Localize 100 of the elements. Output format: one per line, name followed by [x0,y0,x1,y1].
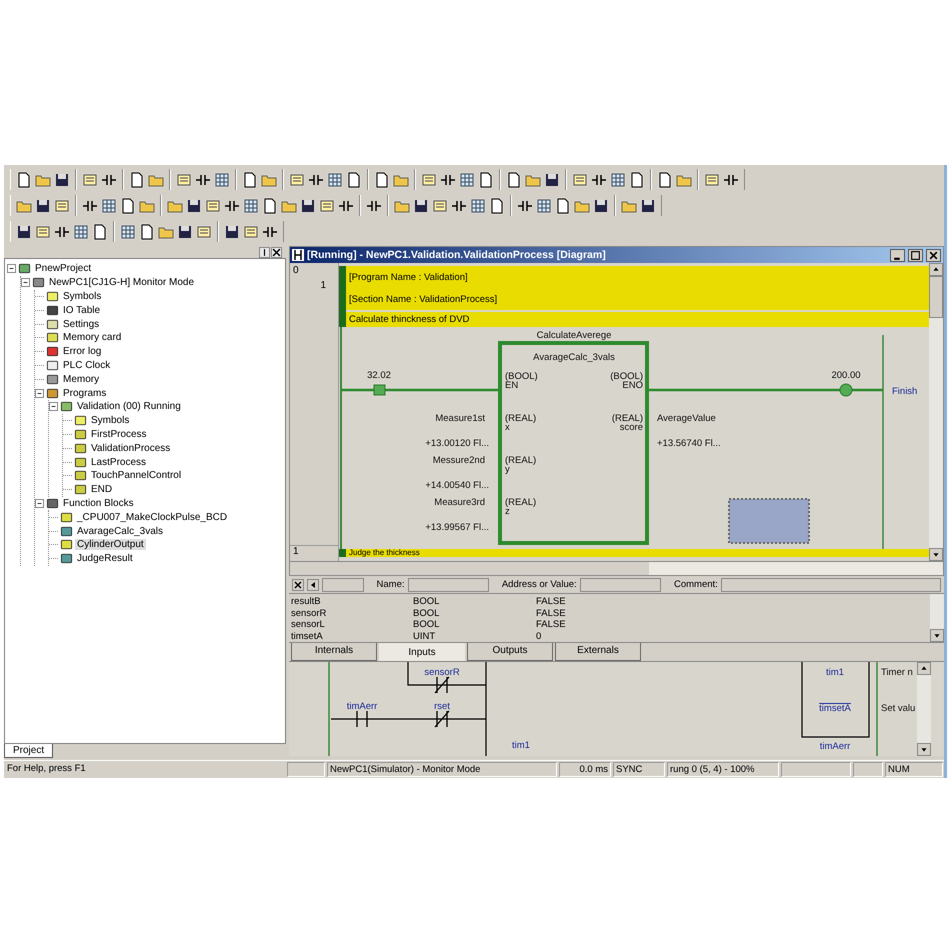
input-field[interactable] [720,578,942,592]
document-icon[interactable] [120,198,136,214]
expander-icon[interactable] [49,402,58,412]
square-icon[interactable] [196,224,212,240]
grid-icon[interactable] [536,198,552,214]
tree-item[interactable]: CylinderOutput [75,539,146,550]
tree-item[interactable]: FirstProcess [89,428,149,440]
tree-item[interactable]: Programs [61,388,108,399]
tree-item[interactable]: Error log [61,346,104,358]
square-icon[interactable] [205,198,221,214]
maximize-button[interactable] [908,248,923,262]
square-icon[interactable] [54,198,70,214]
tab[interactable]: Outputs [467,643,553,661]
tree-item[interactable]: PnewProject [33,263,94,274]
square-icon[interactable] [176,172,192,188]
document-icon[interactable] [506,172,522,188]
grid-icon[interactable] [120,224,136,240]
document-icon[interactable] [139,224,155,240]
horizontal-scrollbar[interactable] [290,561,943,575]
vertical-scrollbar[interactable] [929,263,943,561]
tree-item[interactable]: Memory card [61,332,124,344]
expander-icon[interactable] [7,264,16,274]
scroll-thumb[interactable] [929,276,943,318]
vertical-scrollbar[interactable] [930,594,944,642]
scroll-down-button[interactable] [930,629,944,642]
square-icon[interactable] [432,198,448,214]
document-icon[interactable] [657,172,673,188]
tree-item[interactable]: TouchPannelControl [89,470,184,482]
scroll-up-button[interactable] [929,263,943,276]
square-icon[interactable] [35,224,51,240]
pin-button[interactable] [259,247,270,258]
square-icon[interactable] [572,172,588,188]
grid-icon[interactable] [73,224,89,240]
grid-icon[interactable] [101,198,117,214]
tree-item[interactable]: _CPU007_MakeClockPulse_BCD [75,512,230,523]
document-icon[interactable] [92,224,108,240]
input-field[interactable] [408,578,489,592]
timer-block[interactable] [801,662,870,738]
tree-item[interactable]: Symbols [89,415,132,426]
document-icon[interactable] [489,198,505,214]
close-icon[interactable] [292,578,304,590]
grid-icon[interactable] [610,172,626,188]
rung-comment: Calculate thinckness of DVD [346,310,929,327]
vertical-scrollbar[interactable] [917,662,931,756]
scroll-down-button[interactable] [929,548,943,561]
tree-item[interactable]: Function Blocks [61,498,136,509]
grid-icon[interactable] [459,172,475,188]
table-cell-text: UINT [413,630,436,642]
normally-open-contact[interactable] [356,710,368,728]
tree-item[interactable]: IO Table [61,304,102,316]
normally-closed-contact[interactable] [434,676,450,694]
document-icon[interactable] [374,172,390,188]
close-button[interactable] [271,247,282,258]
tree-item[interactable]: Symbols [61,290,104,302]
tab[interactable]: Inputs [379,643,465,661]
tab[interactable]: Externals [555,643,641,661]
function-block[interactable] [498,341,649,545]
document-icon[interactable] [16,172,32,188]
input-field[interactable] [322,578,364,592]
document-icon[interactable] [555,198,571,214]
grid-icon[interactable] [327,172,343,188]
input-field[interactable] [580,578,661,592]
grid-icon[interactable] [243,198,259,214]
expander-icon[interactable] [35,498,44,508]
square-icon[interactable] [421,172,437,188]
tree-item[interactable]: ValidationProcess [89,442,172,454]
tree-item[interactable]: Validation (00) Running [75,401,183,412]
grid-icon[interactable] [470,198,486,214]
tree-item[interactable]: NewPC1[CJ1G-H] Monitor Mode [47,277,196,288]
document-icon[interactable] [478,172,494,188]
tree-item[interactable]: Memory [61,374,102,385]
scroll-down-button[interactable] [917,743,931,756]
document-icon[interactable] [346,172,362,188]
square-icon[interactable] [289,172,305,188]
square-icon[interactable] [319,198,335,214]
close-button[interactable] [926,248,941,262]
grid-icon[interactable] [214,172,230,188]
document-icon[interactable] [242,172,258,188]
expander-icon[interactable] [21,278,30,288]
tree-item[interactable]: PLC Clock [61,360,112,371]
square-icon[interactable] [243,224,259,240]
square-icon[interactable] [82,172,98,188]
tree-item[interactable]: LastProcess [89,456,148,468]
expander-icon[interactable] [35,388,44,398]
normally-closed-contact[interactable] [434,710,450,728]
tree-item[interactable]: AvarageCalc_3vals [75,526,165,537]
document-icon[interactable] [262,198,278,214]
tree-item[interactable]: JudgeResult [75,553,135,564]
document-icon[interactable] [129,172,145,188]
tree-item[interactable]: END [89,484,114,496]
project-tab[interactable]: Project [4,744,54,758]
tree-item[interactable]: Settings [61,318,102,330]
tab[interactable]: Internals [291,643,377,661]
minimize-button[interactable] [890,248,905,262]
square-icon[interactable] [704,172,720,188]
document-icon[interactable] [629,172,645,188]
table-cell-text: sensorR [290,608,328,619]
coil-symbol[interactable] [840,384,852,396]
scroll-up-button[interactable] [917,662,931,675]
field-label: Address or Value: [500,579,577,590]
